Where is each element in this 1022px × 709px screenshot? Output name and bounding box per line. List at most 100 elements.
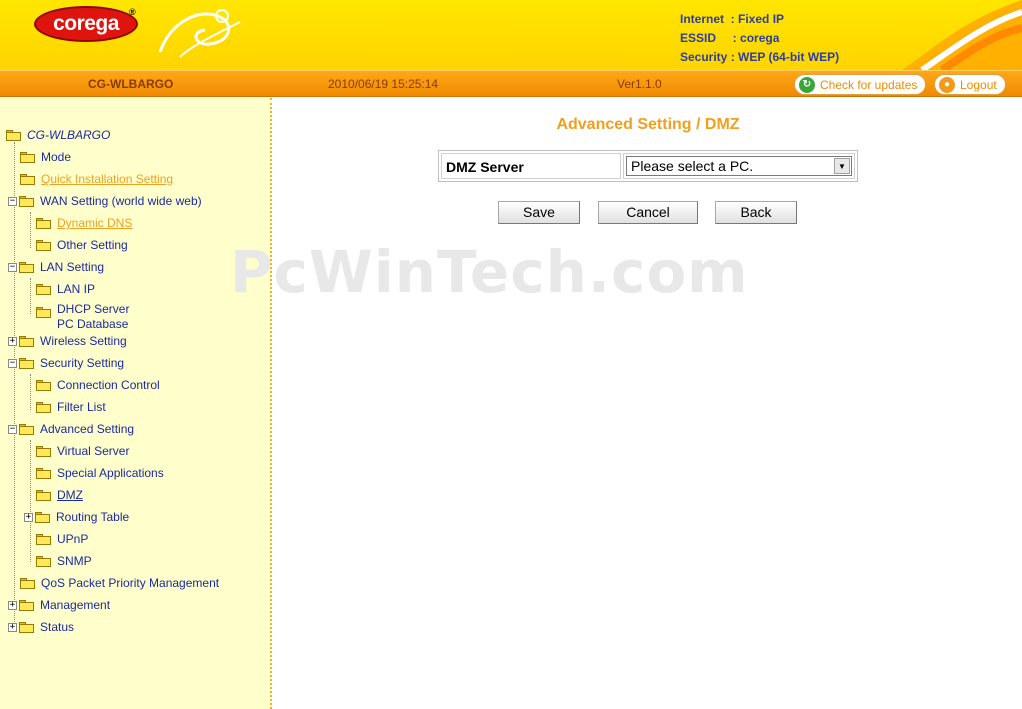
- sidebar-item-label: DMZ: [57, 488, 83, 502]
- sidebar-item-upnp[interactable]: UPnP: [36, 530, 88, 548]
- logo-registered-mark: ®: [129, 7, 136, 17]
- sidebar-item-special-applications[interactable]: Special Applications: [36, 464, 164, 482]
- sidebar-item-label: Routing Table: [56, 510, 130, 524]
- sidebar-item-label: LAN IP: [57, 282, 96, 296]
- status-label: ESSID :: [680, 31, 741, 45]
- status-security: Security : WEP (64-bit WEP): [680, 48, 839, 67]
- logo-text: corega: [53, 12, 119, 35]
- refresh-icon: ↻: [799, 76, 815, 93]
- date-time: 2010/06/19 15:25:14: [328, 77, 439, 91]
- save-button[interactable]: Save: [498, 201, 580, 224]
- folder-icon: [20, 173, 35, 185]
- expand-icon[interactable]: +: [8, 622, 17, 632]
- sidebar-item-dhcp-server[interactable]: DHCP Server PC Database: [36, 302, 129, 332]
- folder-icon: [19, 335, 34, 347]
- folder-icon: [36, 555, 51, 567]
- sidebar-item-mode[interactable]: Mode: [20, 148, 71, 166]
- sidebar-item-label: Other Setting: [57, 238, 128, 252]
- folder-icon: [19, 599, 34, 611]
- status-value: corega: [740, 31, 780, 45]
- dmz-server-label: DMZ Server: [441, 153, 621, 179]
- sidebar-item-labels: DHCP Server PC Database: [57, 302, 129, 332]
- expand-icon[interactable]: +: [24, 512, 33, 522]
- folder-open-icon: [6, 129, 21, 141]
- firmware-version: Ver1.1.0: [617, 77, 662, 91]
- folder-open-icon: [19, 357, 34, 369]
- header-swoosh-decoration: [902, 0, 1022, 70]
- sidebar-item-wan-setting[interactable]: − WAN Setting (world wide web): [8, 192, 202, 210]
- collapse-icon[interactable]: −: [8, 196, 17, 206]
- sidebar-item-label: QoS Packet Priority Management: [41, 576, 220, 590]
- sidebar-item-virtual-server[interactable]: Virtual Server: [36, 442, 129, 460]
- sidebar-item-dmz[interactable]: DMZ: [36, 486, 83, 504]
- folder-icon: [36, 467, 51, 479]
- status-label: Security :: [680, 50, 739, 64]
- sidebar-item-management[interactable]: + Management: [8, 596, 110, 614]
- collapse-icon[interactable]: −: [8, 424, 17, 434]
- info-bar: CG-WLBARGO 2010/06/19 15:25:14 Ver1.1.0 …: [0, 70, 1022, 97]
- folder-open-icon: [19, 423, 34, 435]
- sidebar-item-lan-setting[interactable]: − LAN Setting: [8, 258, 104, 276]
- logo-decoration-icon: [158, 9, 241, 58]
- sidebar-item-wireless-setting[interactable]: + Wireless Setting: [8, 332, 127, 350]
- sidebar-item-routing-table[interactable]: + Routing Table: [24, 508, 129, 526]
- sidebar-item-lan-ip[interactable]: LAN IP: [36, 280, 95, 298]
- folder-icon: [36, 217, 51, 229]
- sidebar-item-connection-control[interactable]: Connection Control: [36, 376, 160, 394]
- check-updates-button[interactable]: ↻ Check for updates: [794, 74, 927, 95]
- sidebar-item-label: UPnP: [57, 532, 89, 546]
- expand-icon[interactable]: +: [8, 600, 17, 610]
- main-content: Advanced Setting / DMZ DMZ Server Please…: [274, 98, 1022, 709]
- sidebar-item-label: Connection Control: [57, 378, 160, 392]
- sidebar-item-label: Wireless Setting: [40, 334, 127, 348]
- sidebar-item-label: SNMP: [57, 554, 92, 568]
- folder-icon: [19, 621, 34, 633]
- cancel-button[interactable]: Cancel: [598, 201, 698, 224]
- sidebar-item-other-setting[interactable]: Other Setting: [36, 236, 128, 254]
- dmz-server-select[interactable]: Please select a PC. ▼: [626, 156, 852, 176]
- logout-button[interactable]: ● Logout: [934, 74, 1006, 95]
- sidebar-item-dynamic-dns[interactable]: Dynamic DNS: [36, 214, 132, 232]
- sidebar-item-qos[interactable]: QoS Packet Priority Management: [20, 574, 219, 592]
- folder-icon: [36, 283, 51, 295]
- check-updates-label: Check for updates: [820, 77, 918, 92]
- sidebar-item-quick-installation[interactable]: Quick Installation Setting: [20, 170, 173, 188]
- folder-icon: [36, 445, 51, 457]
- tree-root-label: CG-WLBARGO: [27, 128, 111, 142]
- folder-icon: [36, 306, 51, 318]
- page-title: Advanced Setting / DMZ: [556, 116, 740, 133]
- folder-open-icon: [19, 261, 34, 273]
- folder-icon: [36, 489, 51, 501]
- status-value: WEP (64-bit WEP): [738, 50, 840, 64]
- sidebar-item-label: WAN Setting (world wide web): [40, 194, 202, 208]
- back-button[interactable]: Back: [715, 201, 797, 224]
- connection-status: Internet : Fixed IP ESSID : corega Secur…: [680, 10, 839, 67]
- sidebar-item-filter-list[interactable]: Filter List: [36, 398, 106, 416]
- status-internet: Internet : Fixed IP: [680, 10, 839, 29]
- status-essid: ESSID : corega: [680, 29, 839, 48]
- folder-open-icon: [19, 195, 34, 207]
- sidebar-item-label: Virtual Server: [57, 444, 130, 458]
- expand-icon[interactable]: +: [8, 336, 17, 346]
- sidebar-item-label: DHCP Server: [57, 302, 130, 316]
- sidebar-item-label: Status: [40, 620, 75, 634]
- sidebar-item-label: Management: [40, 598, 111, 612]
- collapse-icon[interactable]: −: [8, 262, 17, 272]
- dmz-select-value: Please select a PC.: [631, 158, 754, 174]
- folder-icon: [36, 401, 51, 413]
- sidebar-item-status[interactable]: + Status: [8, 618, 74, 636]
- model-name: CG-WLBARGO: [88, 77, 174, 91]
- sidebar-item-security-setting[interactable]: − Security Setting: [8, 354, 124, 372]
- sidebar-item-advanced-setting[interactable]: − Advanced Setting: [8, 420, 134, 438]
- dropdown-arrow-icon[interactable]: ▼: [834, 158, 850, 174]
- sidebar-tree: CG-WLBARGO Mode Quick Installation Setti…: [0, 98, 272, 709]
- folder-icon: [35, 511, 50, 523]
- watermark: PcWinTech.com: [230, 238, 749, 306]
- sidebar-item-label: PC Database: [57, 317, 129, 331]
- sidebar-item-snmp[interactable]: SNMP: [36, 552, 92, 570]
- tree-root[interactable]: CG-WLBARGO: [6, 126, 110, 144]
- header: corega ® Internet : Fixed IP ESSID : cor…: [0, 0, 1022, 70]
- sidebar-item-label: Filter List: [57, 400, 106, 414]
- sidebar-item-label: Special Applications: [57, 466, 164, 480]
- collapse-icon[interactable]: −: [8, 358, 17, 368]
